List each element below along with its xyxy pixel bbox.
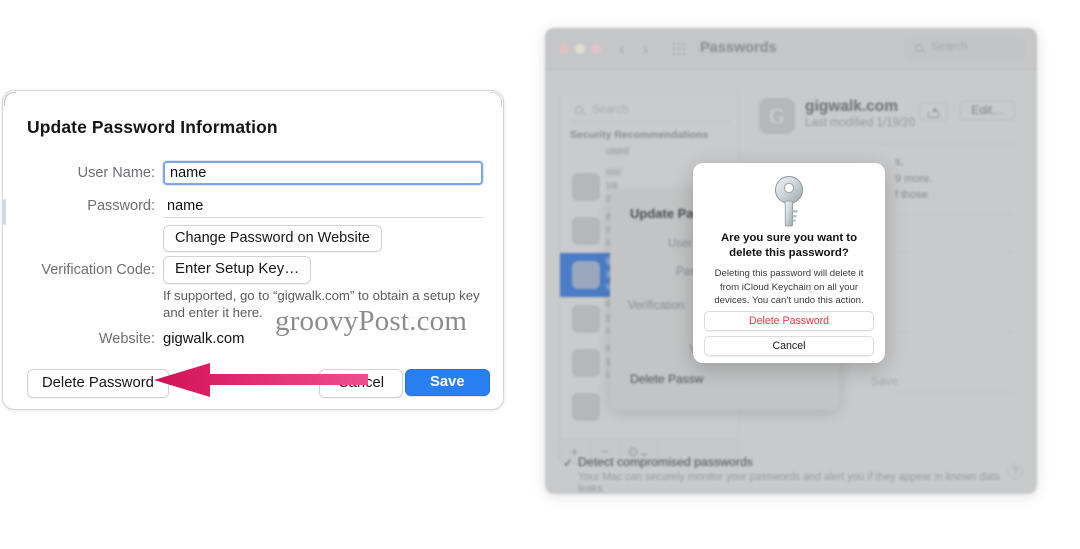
confirm-cancel-button[interactable]: Cancel xyxy=(704,336,874,356)
confirm-dialog-body: Deleting this password will delete it fr… xyxy=(714,268,864,307)
enter-setup-key-button[interactable]: Enter Setup Key… xyxy=(163,256,312,284)
help-icon[interactable]: ? xyxy=(1008,464,1023,479)
close-window-button[interactable] xyxy=(559,44,569,54)
background-verification-label: Verification xyxy=(628,300,685,312)
confirm-dialog-title: Are you sure you want to delete this pas… xyxy=(720,232,858,260)
window-titlebar: ‹ › Passwords Search xyxy=(545,28,1037,70)
delete-password-button[interactable]: Delete Password xyxy=(27,369,169,399)
forward-icon[interactable]: › xyxy=(643,41,648,58)
save-button[interactable]: Save xyxy=(405,369,490,396)
site-last-modified: Last modified 1/19/20 xyxy=(805,117,915,129)
grid-icon[interactable] xyxy=(673,43,686,56)
sidebar-search-input[interactable]: Search xyxy=(570,102,730,122)
edit-button[interactable]: Edit… xyxy=(960,101,1015,120)
list-item-line1: ɪosˈ xyxy=(606,166,625,178)
site-thumbnail xyxy=(572,173,600,201)
site-thumbnail xyxy=(572,217,600,245)
search-icon xyxy=(575,106,583,114)
background-save-button[interactable]: Save xyxy=(871,374,898,388)
search-icon xyxy=(915,44,923,52)
detail-field-line xyxy=(893,214,1013,215)
share-icon[interactable] xyxy=(919,102,947,121)
password-input[interactable] xyxy=(163,194,483,218)
detect-compromised-checkbox[interactable]: ✓ xyxy=(563,456,573,470)
password-row: Password: xyxy=(3,194,503,218)
back-icon[interactable]: ‹ xyxy=(619,41,624,58)
background-delete-password-button[interactable]: Delete Passw xyxy=(630,372,703,386)
username-input[interactable] xyxy=(163,161,483,185)
change-password-on-website-button[interactable]: Change Password on Website xyxy=(163,225,382,253)
background-username-label: User xyxy=(668,238,693,250)
toolbar-search-input[interactable]: Search xyxy=(905,38,1025,59)
website-label: Website: xyxy=(98,331,155,347)
list-item[interactable]: used xyxy=(560,143,738,165)
sheet-corner-mark-top-right xyxy=(490,92,502,106)
site-thumbnail xyxy=(572,393,600,421)
page-title: Update Password Information xyxy=(27,117,278,137)
screenshot-root: Update Password Information User Name: P… xyxy=(0,0,1080,549)
username-row: User Name: xyxy=(3,161,503,185)
site-favicon: G xyxy=(759,98,795,134)
annotation-arrow-icon xyxy=(154,363,368,397)
site-thumbnail xyxy=(572,261,600,289)
minimize-window-button[interactable] xyxy=(575,44,585,54)
detail-divider xyxy=(755,144,1019,145)
confirm-delete-password-button[interactable]: Delete Password xyxy=(704,311,874,331)
detail-field-line xyxy=(893,332,1013,333)
sidebar-search-placeholder: Search xyxy=(592,104,629,116)
zoom-window-button[interactable] xyxy=(591,44,601,54)
window-title: Passwords xyxy=(700,40,777,56)
delete-confirmation-dialog: Are you sure you want to delete this pas… xyxy=(693,163,885,363)
list-item-line3: used xyxy=(606,145,629,157)
groovypost-watermark: groovyPost.com xyxy=(275,305,468,337)
website-value: gigwalk.com xyxy=(163,331,245,347)
detail-field-line xyxy=(893,252,1013,253)
toolbar-search-placeholder: Search xyxy=(931,41,968,53)
site-thumbnail xyxy=(572,349,600,377)
username-label: User Name: xyxy=(77,165,155,181)
list-item-line2: ya xyxy=(606,179,618,191)
site-thumbnail xyxy=(572,305,600,333)
sidebar-section-heading: Security Recommendations xyxy=(570,129,709,141)
verification-code-row: Verification Code: Enter Setup Key… xyxy=(3,256,503,284)
verification-code-label: Verification Code: xyxy=(41,261,155,278)
site-title: gigwalk.com xyxy=(805,98,899,115)
detect-compromised-subtitle: Your Mac can securely monitor your passw… xyxy=(578,471,1000,494)
change-password-row: Change Password on Website xyxy=(3,225,503,253)
sheet-corner-mark-top-left xyxy=(4,92,16,106)
detect-compromised-label: Detect compromised passwords xyxy=(578,455,753,469)
detail-side-note: s, 9 more. f those xyxy=(895,156,933,201)
detail-field-line xyxy=(893,392,1013,393)
password-label: Password: xyxy=(87,198,155,214)
key-icon xyxy=(775,176,803,227)
